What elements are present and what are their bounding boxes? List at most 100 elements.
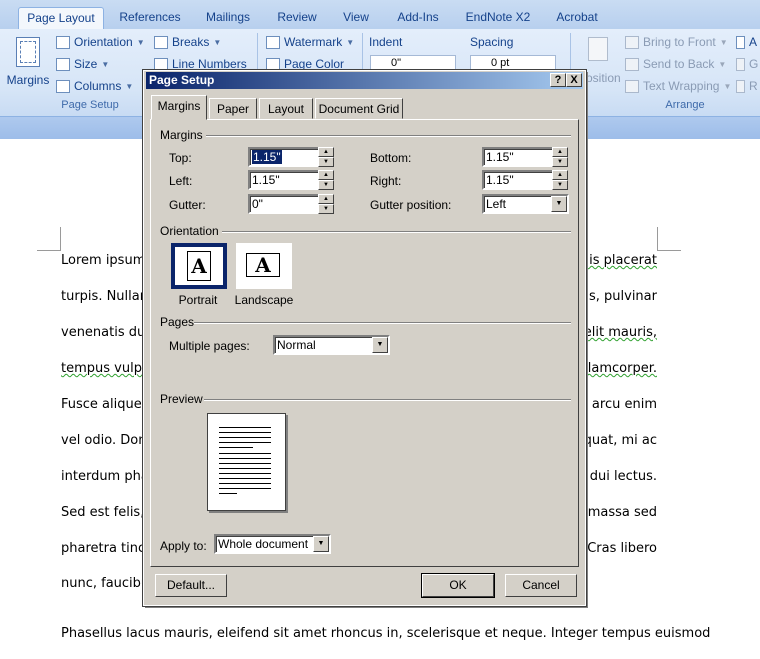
line-full-text: Phasellus lacus mauris, eleifend sit ame… <box>61 626 711 641</box>
top-margin-spinner[interactable]: ▲ ▼ <box>318 147 334 167</box>
apply-to-select[interactable]: Whole document ▼ <box>214 534 331 554</box>
spin-up-icon[interactable]: ▲ <box>318 170 334 180</box>
columns-button[interactable]: Columns ▼ <box>56 79 133 93</box>
tab-review[interactable]: Review <box>270 7 324 29</box>
spin-down-icon[interactable]: ▼ <box>552 157 568 167</box>
breaks-icon <box>154 35 168 49</box>
send-to-back-button[interactable]: Send to Back ▼ <box>625 57 726 71</box>
left-label: Left: <box>169 174 193 188</box>
section-divider <box>204 399 571 401</box>
gutter-position-select[interactable]: Left ▼ <box>482 194 569 214</box>
tab-margins[interactable]: Margins <box>151 95 207 120</box>
help-button[interactable]: ? <box>550 73 566 87</box>
line-left-text: tempus vulpu <box>61 361 151 376</box>
section-divider <box>206 135 571 137</box>
tab-layout[interactable]: Layout <box>259 98 313 119</box>
orientation-section-label: Orientation <box>160 224 219 238</box>
spin-down-icon[interactable]: ▼ <box>318 204 334 214</box>
orientation-button[interactable]: Orientation ▼ <box>56 35 145 49</box>
line-right-text: r arcu enim <box>582 397 657 412</box>
margins-section-label: Margins <box>160 128 203 142</box>
orientation-icon <box>56 35 70 49</box>
ok-button[interactable]: OK <box>421 573 495 598</box>
page-color-label: Page Color <box>284 57 345 71</box>
line-right-text: massa sed <box>587 505 657 520</box>
chevron-down-icon[interactable]: ▼ <box>313 536 329 552</box>
landscape-label: Landscape <box>234 293 294 307</box>
preview-page-thumbnail <box>207 413 286 511</box>
tab-view[interactable]: View <box>334 7 378 29</box>
spin-up-icon[interactable]: ▲ <box>318 194 334 204</box>
gutter-label: Gutter: <box>169 198 206 212</box>
left-margin-spinner[interactable]: ▲ ▼ <box>318 170 334 190</box>
group-label: G <box>749 57 759 71</box>
margin-corner-mark <box>37 227 61 251</box>
size-label: Size <box>74 57 98 71</box>
gutter-spinner[interactable]: ▲ ▼ <box>318 194 334 214</box>
tab-paper[interactable]: Paper <box>209 98 257 119</box>
multiple-pages-value: Normal <box>277 338 316 352</box>
watermark-button[interactable]: Watermark ▼ <box>266 35 354 49</box>
bottom-margin-field[interactable]: 1.15" <box>482 147 554 167</box>
tab-mailings[interactable]: Mailings <box>196 7 260 29</box>
line-left-text: vel odio. Donc <box>61 433 154 448</box>
chevron-down-icon[interactable]: ▼ <box>551 196 567 212</box>
portrait-label: Portrait <box>178 293 218 307</box>
spin-down-icon[interactable]: ▼ <box>318 157 334 167</box>
bottom-label: Bottom: <box>370 151 412 165</box>
default-button[interactable]: Default... <box>155 574 227 597</box>
section-divider <box>194 322 571 324</box>
tab-add-ins[interactable]: Add-Ins <box>388 7 448 29</box>
columns-icon <box>56 79 70 93</box>
cancel-button[interactable]: Cancel <box>505 574 577 597</box>
tab-endnote[interactable]: EndNote X2 <box>460 7 536 29</box>
line-right-text: llamcorper. <box>584 361 657 376</box>
apply-to-label: Apply to: <box>160 539 207 553</box>
spin-down-icon[interactable]: ▼ <box>552 180 568 190</box>
columns-label: Columns <box>74 79 122 93</box>
chevron-down-icon[interactable]: ▼ <box>372 337 388 353</box>
tab-references[interactable]: References <box>110 7 190 29</box>
line-numbers-label: Line Numbers <box>172 57 247 71</box>
tab-document-grid[interactable]: Document Grid <box>315 98 403 119</box>
spacing-label: Spacing <box>470 35 514 49</box>
left-margin-field[interactable]: 1.15" <box>248 170 320 190</box>
margins-button[interactable]: Margins <box>6 33 50 93</box>
landscape-option[interactable]: A <box>236 243 292 289</box>
bring-to-front-icon <box>625 35 639 49</box>
close-button[interactable]: X <box>566 73 582 87</box>
right-margin-spinner[interactable]: ▲ ▼ <box>552 170 568 190</box>
multiple-pages-select[interactable]: Normal ▼ <box>273 335 390 355</box>
gutter-field[interactable]: 0" <box>248 194 320 214</box>
align-button[interactable]: A <box>736 35 757 49</box>
portrait-option[interactable]: A <box>170 242 228 290</box>
watermark-label: Watermark <box>284 35 343 49</box>
landscape-page-icon: A <box>246 253 280 277</box>
spin-up-icon[interactable]: ▲ <box>318 147 334 157</box>
line-numbers-button[interactable]: Line Numbers <box>154 57 247 71</box>
top-margin-field[interactable]: 1.15" <box>248 147 320 167</box>
group-button[interactable]: G <box>736 57 758 71</box>
size-button[interactable]: Size ▼ <box>56 57 109 71</box>
rotate-button[interactable]: R <box>736 79 758 93</box>
spin-up-icon[interactable]: ▲ <box>552 147 568 157</box>
spin-down-icon[interactable]: ▼ <box>318 180 334 190</box>
tab-acrobat[interactable]: Acrobat <box>548 7 606 29</box>
line-numbers-icon <box>154 57 168 71</box>
bottom-margin-spinner[interactable]: ▲ ▼ <box>552 147 568 167</box>
right-margin-field[interactable]: 1.15" <box>482 170 554 190</box>
spin-up-icon[interactable]: ▲ <box>552 170 568 180</box>
page-setup-dialog: Page Setup ? X Margins Paper Layout Docu… <box>142 69 587 607</box>
ribbon-tab-bar: Page Layout References Mailings Review V… <box>0 0 760 30</box>
bring-to-front-button[interactable]: Bring to Front ▼ <box>625 35 728 49</box>
line-left-text: Lorem ipsum <box>61 253 146 268</box>
orientation-label: Orientation <box>74 35 133 49</box>
gutter-position-label: Gutter position: <box>370 198 452 212</box>
breaks-button[interactable]: Breaks ▼ <box>154 35 221 49</box>
tab-page-layout[interactable]: Page Layout <box>18 7 104 29</box>
dialog-titlebar[interactable]: Page Setup ? X <box>146 72 583 89</box>
text-wrapping-button[interactable]: Text Wrapping ▼ <box>625 79 731 93</box>
line-right-text: s dui lectus. <box>578 469 657 484</box>
line-right-text: Cras libero <box>587 541 657 556</box>
page-color-button[interactable]: Page Color <box>266 57 344 71</box>
